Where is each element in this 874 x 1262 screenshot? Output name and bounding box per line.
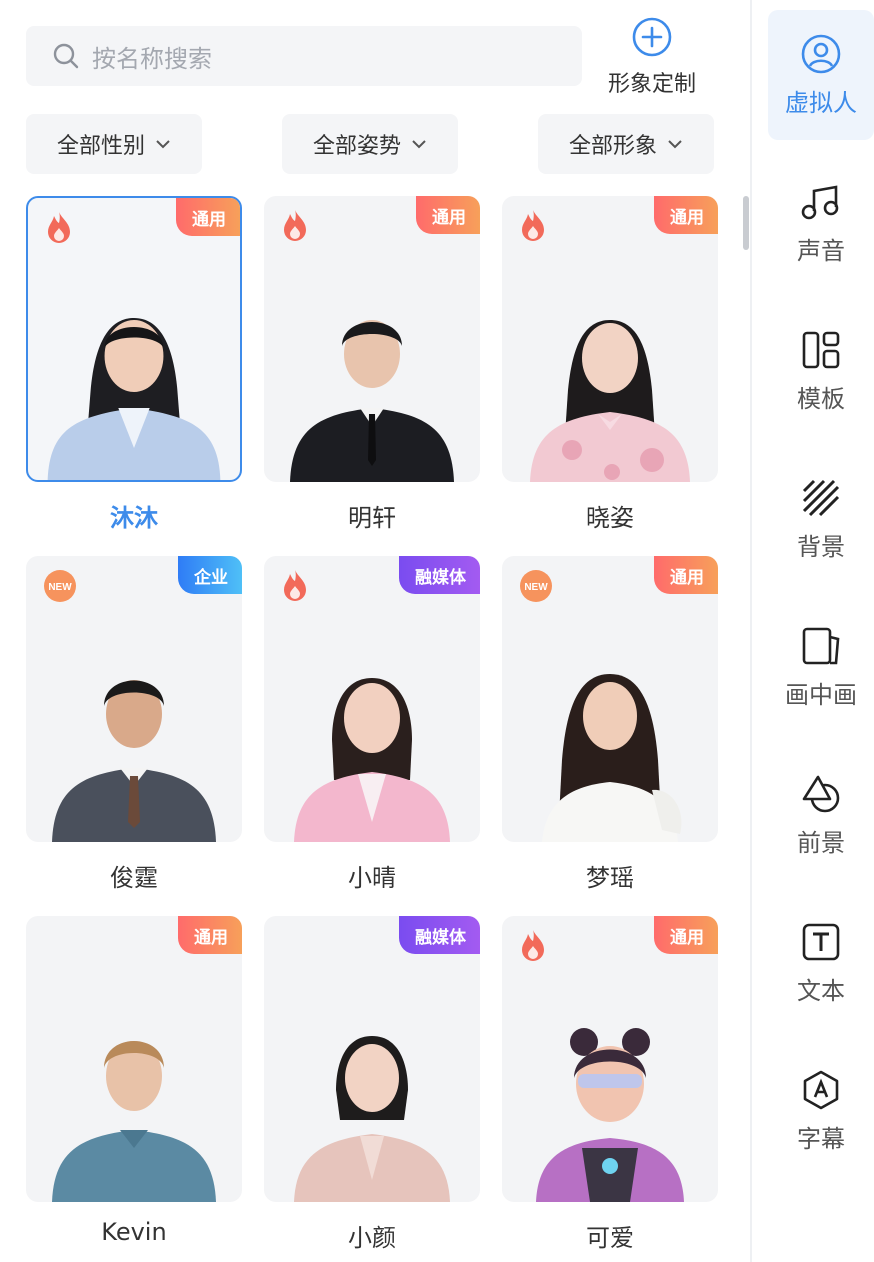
badge-qiye: 企业	[178, 556, 242, 594]
avatar-image-woman-pink-floral-blouse	[530, 320, 690, 482]
sidebar-item-label: 字幕	[797, 1124, 845, 1153]
text-icon	[802, 923, 840, 960]
template-icon	[802, 331, 840, 368]
avatar-name: 可爱	[586, 1224, 634, 1252]
fire-icon	[280, 208, 310, 246]
add-circle-icon	[632, 17, 672, 57]
avatar-card-kevin[interactable]: 通用	[26, 916, 242, 1202]
badge-rongmeiti: 融媒体	[399, 556, 480, 594]
chevron-down-icon	[156, 140, 170, 149]
avatar-image-woman-white-top	[542, 674, 682, 842]
search-icon	[53, 43, 79, 69]
avatar-card-xiaoyan[interactable]: 融媒体	[264, 916, 480, 1202]
badge-tongyong: 通用	[654, 196, 718, 234]
sidebar-item-background[interactable]: 背景	[768, 454, 874, 584]
sidebar-item-voice[interactable]: 声音	[768, 158, 874, 288]
search-placeholder: 按名称搜索	[92, 44, 212, 73]
picture-in-picture-icon	[802, 627, 840, 664]
sidebar-item-template[interactable]: 模板	[768, 306, 874, 436]
sidebar-item-label: 前景	[797, 828, 845, 857]
sidebar-item-subtitle[interactable]: 字幕	[768, 1046, 874, 1176]
avatar-image-man-black-suit	[290, 320, 454, 482]
chevron-down-icon	[412, 140, 426, 149]
right-sidebar: 虚拟人 声音 模板 背景 画中画 前景 文本 字幕	[752, 0, 874, 1262]
avatar-card-xiaoqing[interactable]: 融媒体	[264, 556, 480, 842]
sidebar-item-picture-in-picture[interactable]: 画中画	[768, 602, 874, 732]
badge-tongyong: 通用	[416, 196, 480, 234]
avatar-panel: 按名称搜索 形象定制 全部性别 全部姿势 全部形象 通用 沐沐 通用 明轩 通用…	[0, 0, 752, 1262]
sidebar-item-label: 背景	[797, 532, 845, 561]
avatar-image-man-blue-shirt	[52, 1041, 216, 1202]
scrollbar-thumb[interactable]	[743, 196, 749, 250]
type-filter-dropdown[interactable]: 全部形象	[538, 114, 714, 174]
gender-filter-dropdown[interactable]: 全部性别	[26, 114, 202, 174]
avatar-card-xiaozi[interactable]: 通用	[502, 196, 718, 482]
sidebar-item-label: 虚拟人	[785, 88, 857, 117]
fire-icon	[280, 568, 310, 606]
fire-icon	[44, 210, 74, 248]
avatar-image-woman-beige-suit	[294, 1036, 450, 1202]
badge-tongyong: 通用	[654, 556, 718, 594]
subtitle-icon	[803, 1070, 839, 1109]
avatar-name: 小颜	[348, 1224, 396, 1252]
new-badge-text: NEW	[48, 582, 72, 593]
pose-filter-dropdown[interactable]: 全部姿势	[282, 114, 458, 174]
avatar-image-man-grey-suit	[52, 680, 216, 842]
sidebar-item-label: 文本	[797, 976, 845, 1005]
foreground-icon	[802, 775, 840, 812]
avatar-card-mingxuan[interactable]: 通用	[264, 196, 480, 482]
avatar-image-woman-light-blue-suit	[47, 318, 221, 480]
music-note-icon	[801, 184, 839, 219]
avatar-image-cartoon-girl-purple	[536, 1028, 684, 1202]
badge-tongyong: 通用	[176, 198, 240, 236]
badge-tongyong: 通用	[654, 916, 718, 954]
avatar-card-keai[interactable]: 通用	[502, 916, 718, 1202]
background-icon	[802, 479, 840, 516]
pose-filter-label: 全部姿势	[312, 134, 401, 159]
fire-icon	[518, 208, 548, 246]
badge-tongyong: 通用	[178, 916, 242, 954]
sidebar-item-label: 声音	[797, 236, 845, 265]
sidebar-item-text[interactable]: 文本	[768, 898, 874, 1028]
sidebar-item-label: 模板	[797, 384, 845, 413]
sidebar-item-avatar[interactable]: 虚拟人	[768, 10, 874, 140]
new-badge-text: NEW	[524, 582, 548, 593]
new-icon: NEW	[42, 568, 78, 608]
avatar-name: 明轩	[348, 504, 396, 532]
avatar-card-mumu[interactable]: 通用	[26, 196, 242, 482]
avatar-name: 梦瑶	[586, 864, 634, 892]
sidebar-item-label: 画中画	[785, 680, 857, 709]
badge-rongmeiti: 融媒体	[399, 916, 480, 954]
search-input[interactable]: 按名称搜索	[26, 26, 582, 86]
avatar-name: 沐沐	[110, 504, 158, 532]
avatar-name: Kevin	[101, 1218, 167, 1246]
sidebar-item-foreground[interactable]: 前景	[768, 750, 874, 880]
fire-icon	[518, 928, 548, 966]
avatar-image-woman-pink-suit	[294, 678, 450, 842]
gender-filter-label: 全部性别	[56, 134, 145, 159]
avatar-name: 小晴	[348, 864, 396, 892]
avatar-name: 晓姿	[586, 504, 634, 532]
type-filter-label: 全部形象	[568, 134, 657, 159]
new-icon: NEW	[518, 568, 554, 608]
avatar-icon	[801, 34, 841, 73]
chevron-down-icon	[668, 140, 682, 149]
avatar-name: 俊霆	[110, 864, 158, 892]
avatar-custom-button[interactable]: 形象定制	[598, 16, 706, 97]
avatar-card-mengyao[interactable]: NEW 通用	[502, 556, 718, 842]
avatar-custom-label: 形象定制	[607, 72, 696, 97]
avatar-card-junting[interactable]: NEW 企业	[26, 556, 242, 842]
